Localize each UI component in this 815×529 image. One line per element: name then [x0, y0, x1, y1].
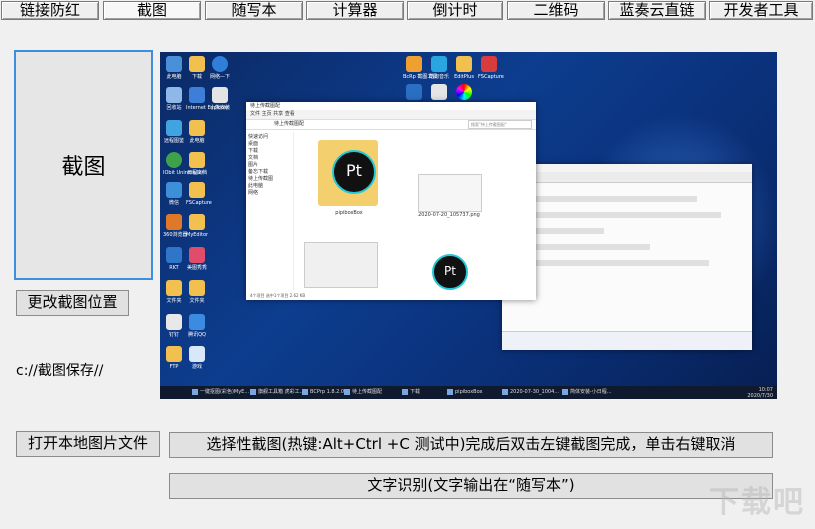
desktop-icon: 腾讯QQ	[186, 314, 208, 338]
desktop-icon	[403, 84, 425, 100]
desktop-icon	[428, 84, 450, 100]
taskbar-item: 一键抠图(彩色)MyE...	[190, 386, 249, 399]
change-capture-position-button[interactable]: 更改截图位置	[16, 290, 129, 316]
desktop-icon: IObit Uninstaller	[163, 152, 203, 176]
taskbar: 一键抠图(彩色)MyE... 旗舰工具箱 虎彩工... BCPrp 1.8.2.…	[160, 386, 777, 399]
desktop-icon: 此电脑	[186, 120, 208, 144]
pt-logo: Pt	[332, 150, 376, 194]
explorer-status-bar: 4个项目 选中1个项目 2.62 KB	[250, 293, 306, 298]
tool-tab-bar: 链接防红 截图 随写本 计算器 倒计时 二维码 蓝奏云直链 开发者工具	[0, 0, 815, 22]
pt-icon-thumbnail: Pt	[418, 252, 478, 292]
desktop-icon: 酷狗音乐	[428, 56, 450, 80]
tab-lanzou-direct-link[interactable]: 蓝奏云直链	[608, 1, 706, 20]
file-caption: 2020-07-20_105737.png	[418, 212, 480, 218]
desktop-icon: RKT	[163, 247, 185, 271]
desktop-icon: FSCapture	[186, 182, 212, 206]
explorer-search-box: 搜索"待上传截图配"	[468, 120, 532, 129]
app-screenshot-thumbnail	[304, 242, 378, 288]
desktop-icon: FSCapture	[478, 56, 504, 80]
folder-thumbnail: Pt	[318, 140, 378, 206]
capture-button[interactable]: 截图	[14, 50, 153, 280]
png-thumbnail	[418, 174, 482, 212]
taskbar-item: 待上传截图配	[342, 386, 382, 399]
taskbar-item: 简体安装-小日程...	[560, 386, 612, 399]
desktop-icon: 日程文档	[186, 152, 208, 176]
screenshot-preview: 此电脑 下载 网络—下 回收站 Internet Explorer 小熊安装 远…	[160, 52, 777, 399]
editor-toolbar	[502, 172, 752, 183]
ocr-button[interactable]: 文字识别(文字输出在“随写本”)	[169, 473, 773, 499]
desktop-icon: 360浏览器	[163, 214, 188, 238]
desktop-icon: 游戏	[186, 346, 208, 370]
desktop-icon: BcRp 截图工具	[403, 56, 437, 80]
taskbar-item: 2020-07-30_1004...	[500, 386, 559, 399]
explorer-ribbon: 文件 主页 共享 查看	[246, 110, 536, 120]
desktop-icon: 下载	[186, 56, 208, 80]
taskbar-item: 旗舰工具箱 虎彩工...	[248, 386, 304, 399]
editor-titlebar	[502, 164, 752, 172]
desktop-icon: 远程图鉴	[163, 120, 185, 144]
desktop-icon: 小熊安装	[209, 87, 231, 111]
tab-countdown[interactable]: 倒计时	[407, 1, 503, 20]
tab-calculator[interactable]: 计算器	[306, 1, 404, 20]
tab-screenshot[interactable]: 截图	[103, 1, 201, 20]
editor-bottom-bar	[502, 331, 752, 350]
taskbar-item: 下载	[400, 386, 420, 399]
desktop-icon: 微信	[163, 182, 185, 206]
capture-button-label: 截图	[61, 155, 106, 180]
desktop-icon: FTP	[163, 346, 185, 370]
editor-window	[502, 164, 752, 350]
desktop-icon: 此电脑	[163, 56, 185, 80]
desktop-icon: 文件夹	[163, 280, 185, 304]
desktop-icon: MyEditor	[186, 214, 208, 238]
open-local-image-button[interactable]: 打开本地图片文件	[16, 431, 160, 457]
file-caption: pipiboxBox	[335, 210, 363, 216]
taskbar-item: BCPrp 1.8.2.0	[300, 386, 344, 399]
taskbar-clock: 10:07 2020/7/30	[747, 387, 773, 399]
desktop-icon: 回收站	[163, 87, 185, 111]
tab-developer-tools[interactable]: 开发者工具	[709, 1, 813, 20]
taskbar-item: pipiboxBox	[445, 386, 482, 399]
explorer-nav-pane: 快速访问 桌面 下载 文档 图片 备忘下载 待上传截图 此电脑 网络	[246, 132, 294, 290]
desktop-icon: 文件夹	[186, 280, 208, 304]
tab-link-protect[interactable]: 链接防红	[1, 1, 99, 20]
desktop-icon: 钉钉	[163, 314, 185, 338]
pt-logo: Pt	[432, 254, 468, 290]
explorer-titlebar: 待上传截图配	[246, 102, 536, 110]
explorer-window: 待上传截图配 文件 主页 共享 查看 待上传截图配 搜索"待上传截图配" 快速访…	[246, 102, 536, 300]
save-path-label: c://截图保存//	[16, 363, 104, 379]
tab-notepad[interactable]: 随写本	[205, 1, 303, 20]
desktop-icon: 网络—下	[209, 56, 231, 80]
selective-capture-button[interactable]: 选择性截图(热键:Alt+Ctrl +C 测试中)完成后双击左键截图完成，单击右…	[169, 432, 773, 458]
desktop-icon: 美图秀秀	[186, 247, 208, 271]
tab-qrcode[interactable]: 二维码	[507, 1, 605, 20]
desktop-icon: Internet Explorer	[186, 87, 228, 111]
watermark: 下载吧	[709, 485, 805, 520]
desktop-icon: EditPlus	[453, 56, 475, 80]
desktop-icon	[453, 84, 475, 100]
editor-content	[510, 192, 744, 276]
